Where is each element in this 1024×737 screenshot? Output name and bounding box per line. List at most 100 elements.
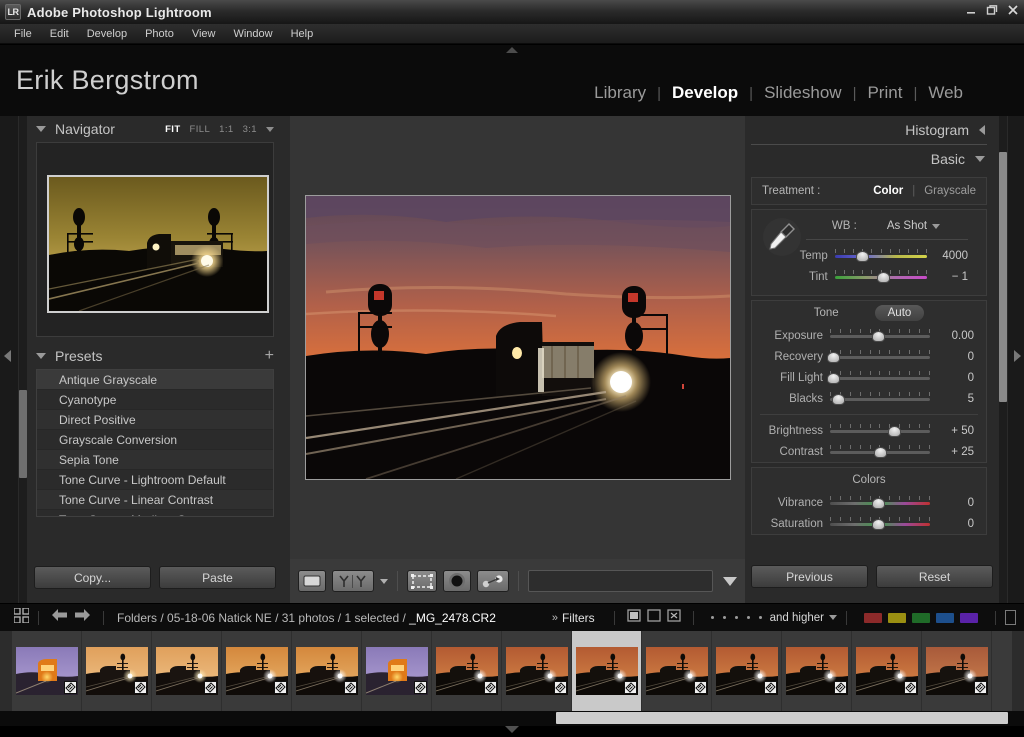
menu-develop[interactable]: Develop	[78, 26, 136, 42]
saturation-slider[interactable]	[830, 516, 930, 532]
back-arrow-icon[interactable]	[51, 608, 68, 627]
reset-button[interactable]: Reset	[876, 565, 993, 588]
star-4-icon[interactable]	[746, 616, 750, 619]
view-options-chevron-down-icon[interactable]	[380, 578, 388, 584]
right-panel-scrollbar-thumb[interactable]	[999, 152, 1007, 402]
image-stage[interactable]	[290, 116, 745, 559]
contrast-slider-row[interactable]: Contrast + 25	[752, 441, 986, 462]
zoom-1-1[interactable]: 1:1	[219, 124, 233, 135]
flag-picked-icon[interactable]	[626, 608, 641, 627]
saturation-value[interactable]: 0	[930, 518, 974, 530]
thumbnail-badge-icon[interactable]	[973, 681, 987, 694]
filters-chevron-icon[interactable]: »	[552, 612, 558, 624]
filters-label[interactable]: Filters	[562, 611, 595, 625]
red-eye-tool-icon[interactable]	[477, 570, 509, 592]
filmstrip-collapse-icon[interactable]	[505, 726, 519, 733]
temp-slider[interactable]	[834, 248, 928, 264]
previous-button[interactable]: Previous	[751, 565, 868, 588]
contrast-toggle-icon[interactable]	[1005, 610, 1016, 625]
filmstrip-thumbnail[interactable]	[362, 631, 432, 711]
menu-window[interactable]: Window	[224, 26, 281, 42]
left-panel-collapse-icon[interactable]	[4, 350, 11, 362]
color-label-yellow[interactable]	[888, 612, 906, 623]
add-preset-icon[interactable]: +	[265, 348, 274, 364]
star-3-icon[interactable]	[734, 616, 738, 619]
filmstrip-thumbnail[interactable]	[502, 631, 572, 711]
brightness-slider-row[interactable]: Brightness + 50	[752, 420, 986, 441]
filmstrip-thumbnail[interactable]	[292, 631, 362, 711]
tint-slider[interactable]	[834, 269, 928, 285]
contrast-slider[interactable]	[830, 444, 930, 460]
flag-unflagged-icon[interactable]	[646, 608, 661, 627]
thumbnail-badge-icon[interactable]	[623, 681, 637, 694]
menu-photo[interactable]: Photo	[136, 26, 183, 42]
thumbnail-badge-icon[interactable]	[343, 681, 357, 694]
star-1-icon[interactable]	[710, 616, 714, 619]
exposure-slider[interactable]	[830, 328, 930, 344]
filmstrip-thumbnail[interactable]	[82, 631, 152, 711]
color-label-green[interactable]	[912, 612, 930, 623]
breadcrumb[interactable]: Folders / 05-18-06 Natick NE / 31 photos…	[117, 611, 496, 625]
fill-light-slider[interactable]	[827, 370, 930, 386]
forward-arrow-icon[interactable]	[74, 608, 91, 627]
tint-slider-row[interactable]: Tint − 1	[762, 266, 976, 287]
saturation-slider-row[interactable]: Saturation 0	[752, 513, 986, 534]
fill-light-slider-row[interactable]: Fill Light 0	[752, 367, 986, 388]
basic-header[interactable]: Basic	[745, 145, 993, 173]
menu-view[interactable]: View	[183, 26, 225, 42]
filmstrip-thumbnail[interactable]	[572, 631, 642, 711]
loupe-view-icon[interactable]	[298, 570, 326, 592]
temp-value[interactable]: 4000	[927, 250, 968, 262]
identity-plate[interactable]: Erik Bergstrom	[16, 65, 199, 96]
restore-icon[interactable]	[985, 3, 999, 17]
filmstrip-thumbnail[interactable]	[12, 631, 82, 711]
exposure-slider-row[interactable]: Exposure 0.00	[752, 325, 986, 346]
recovery-value[interactable]: 0	[930, 351, 974, 363]
preset-item[interactable]: Antique Grayscale	[37, 370, 273, 390]
star-rating-filter[interactable]	[710, 616, 762, 619]
vibrance-value[interactable]: 0	[930, 497, 974, 509]
thumbnail-badge-icon[interactable]	[133, 681, 147, 694]
crop-tool-icon[interactable]	[407, 570, 437, 592]
filmstrip-thumbnail[interactable]	[152, 631, 222, 711]
filmstrip-thumbnail[interactable]	[782, 631, 852, 711]
preset-item[interactable]: Direct Positive	[37, 410, 273, 430]
blacks-slider-row[interactable]: Blacks 5	[752, 388, 986, 409]
toolbar-info-field[interactable]	[528, 570, 713, 592]
navigator-header[interactable]: Navigator FIT FILL 1:1 3:1	[28, 116, 282, 142]
navigator-preview-box[interactable]	[36, 142, 274, 337]
histogram-header[interactable]: Histogram	[745, 116, 993, 144]
grid-view-icon[interactable]	[13, 606, 30, 628]
rating-comparison-dropdown[interactable]: and higher	[770, 612, 837, 624]
recovery-slider-row[interactable]: Recovery 0	[752, 346, 986, 367]
zoom-fill[interactable]: FILL	[190, 124, 211, 135]
tint-value[interactable]: − 1	[927, 271, 968, 283]
fill-light-value[interactable]: 0	[930, 372, 974, 384]
recovery-slider[interactable]	[827, 349, 930, 365]
preset-item[interactable]: Sepia Tone	[37, 450, 273, 470]
right-panel-collapse-icon[interactable]	[1014, 350, 1021, 362]
blacks-slider[interactable]	[830, 391, 930, 407]
contrast-value[interactable]: + 25	[930, 446, 974, 458]
before-after-view-icon[interactable]	[332, 570, 374, 592]
presets-header[interactable]: Presets +	[28, 343, 282, 369]
zoom-fit[interactable]: FIT	[165, 124, 180, 135]
minimize-icon[interactable]	[964, 3, 978, 17]
vibrance-slider[interactable]	[830, 495, 930, 511]
treatment-grayscale[interactable]: Grayscale	[924, 185, 976, 197]
filmstrip-scrollbar-thumb[interactable]	[556, 712, 1008, 724]
tone-auto-button[interactable]: Auto	[874, 305, 925, 321]
thumbnail-badge-icon[interactable]	[413, 681, 427, 694]
paste-button[interactable]: Paste	[159, 566, 276, 589]
module-library[interactable]: Library	[583, 83, 657, 103]
thumbnail-badge-icon[interactable]	[833, 681, 847, 694]
flag-rejected-icon[interactable]	[666, 608, 681, 627]
thumbnail-badge-icon[interactable]	[553, 681, 567, 694]
menu-help[interactable]: Help	[282, 26, 323, 42]
preset-item[interactable]: Cyanotype	[37, 390, 273, 410]
preset-item[interactable]: Tone Curve - Linear Contrast	[37, 490, 273, 510]
thumbnail-badge-icon[interactable]	[203, 681, 217, 694]
thumbnail-badge-icon[interactable]	[763, 681, 777, 694]
filmstrip-thumbnail[interactable]	[222, 631, 292, 711]
top-panel-collapse-icon[interactable]	[506, 47, 518, 53]
